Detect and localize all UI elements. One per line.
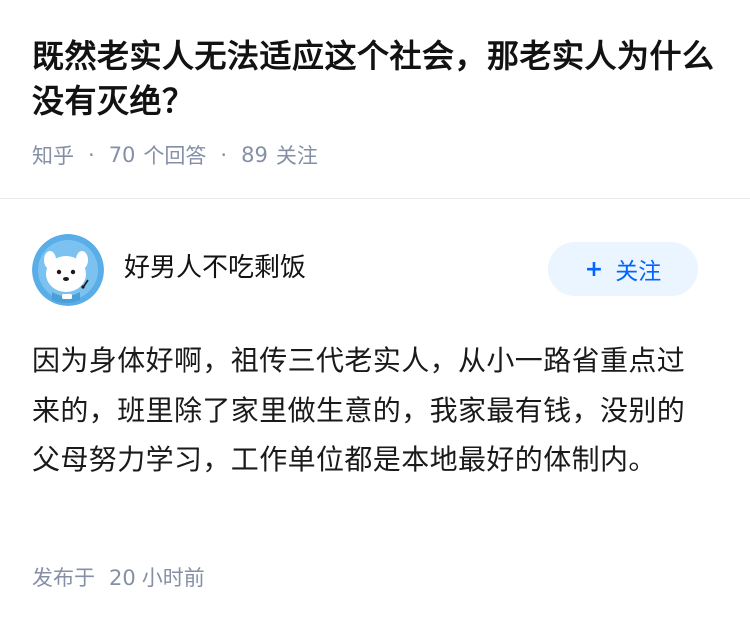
meta-separator: · <box>88 143 95 167</box>
answer-count: 70 <box>108 143 136 167</box>
question-meta: 知乎 · 70 个回答 · 89 关注 <box>32 140 718 170</box>
source-label[interactable]: 知乎 <box>32 140 74 170</box>
cartoon-dog-avatar-icon <box>32 234 104 306</box>
follow-count-label[interactable]: 关注 <box>276 140 318 170</box>
time-prefix: 发布于 <box>32 566 95 590</box>
answer-card: 好男人不吃剩饭 + 关注 因为身体好啊，祖传三代老实人，从小一路省重点过来的，班… <box>0 234 750 485</box>
question-header: 既然老实人无法适应这个社会，那老实人为什么没有灭绝？ 知乎 · 70 个回答 ·… <box>0 0 750 170</box>
author-row: 好男人不吃剩饭 + 关注 <box>0 234 750 306</box>
meta-separator: · <box>220 143 228 167</box>
answer-content[interactable]: 因为身体好啊，祖传三代老实人，从小一路省重点过来的，班里除了家里做生意的，我家最… <box>32 336 702 485</box>
answer-count-label[interactable]: 个回答 <box>143 140 206 170</box>
follow-button-label: 关注 <box>615 259 662 285</box>
follow-button[interactable]: + 关注 <box>548 242 698 296</box>
divider <box>0 198 750 199</box>
plus-icon: + <box>584 256 604 282</box>
time-value: 20 <box>109 566 136 590</box>
follow-count: 89 <box>241 143 268 167</box>
time-unit: 小时前 <box>141 566 205 590</box>
author-name[interactable]: 好男人不吃剩饭 <box>124 247 306 284</box>
question-title[interactable]: 既然老实人无法适应这个社会，那老实人为什么没有灭绝？ <box>32 34 718 124</box>
avatar[interactable] <box>32 234 104 306</box>
answer-time: 发布于 20 小时前 <box>32 562 205 592</box>
